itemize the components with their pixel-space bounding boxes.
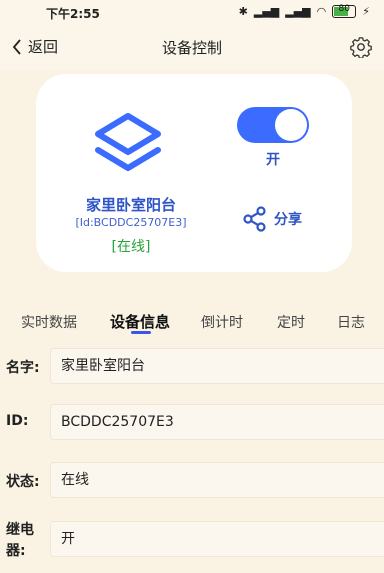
info-field-id[interactable]: BCDDC25707E3 bbox=[50, 404, 384, 440]
share-label: 分享 bbox=[274, 212, 302, 228]
battery-level: 80 bbox=[338, 4, 350, 14]
tab-realtime-data[interactable]: 实时数据 bbox=[21, 312, 77, 332]
status-time: 下午2:55 bbox=[46, 7, 100, 21]
power-toggle[interactable] bbox=[237, 107, 309, 143]
active-tab-indicator bbox=[131, 331, 151, 334]
tab-bar: 实时数据 设备信息 倒计时 定时 日志 bbox=[0, 310, 384, 338]
charging-icon: ⚡ bbox=[362, 5, 370, 18]
battery-icon: 80 bbox=[332, 4, 357, 18]
info-label-name: 名字: bbox=[6, 360, 40, 376]
tab-countdown[interactable]: 倒计时 bbox=[201, 312, 243, 332]
tab-log[interactable]: 日志 bbox=[337, 312, 365, 332]
tab-device-info[interactable]: 设备信息 bbox=[110, 311, 170, 332]
wifi-icon: ◠ bbox=[316, 5, 327, 18]
gear-icon[interactable] bbox=[350, 36, 372, 58]
layers-icon bbox=[95, 113, 161, 171]
device-id: [Id:BCDDC25707E3] bbox=[75, 216, 187, 229]
bluetooth-icon: ✱ bbox=[238, 5, 248, 18]
nav-bar: 返回 设备控制 bbox=[0, 24, 384, 70]
info-label-status: 状态: bbox=[6, 474, 40, 490]
info-field-name[interactable]: 家里卧室阳台 bbox=[50, 348, 384, 384]
info-label-id: ID: bbox=[6, 413, 29, 429]
toggle-knob bbox=[275, 109, 307, 141]
share-icon bbox=[243, 206, 266, 232]
info-field-status[interactable]: 在线 bbox=[50, 462, 384, 498]
device-name: 家里卧室阳台 bbox=[85, 196, 176, 214]
info-field-relay[interactable]: 开 bbox=[50, 521, 384, 557]
toggle-label: 开 bbox=[266, 152, 280, 168]
device-status: [在线] bbox=[111, 239, 151, 255]
tab-schedule[interactable]: 定时 bbox=[277, 312, 305, 332]
signal-icon-2: ▂▄▆ bbox=[285, 5, 311, 18]
status-bar: 下午2:55 ✱ ▂▄▆ ▂▄▆ ◠ 80 ⚡ bbox=[0, 0, 384, 24]
info-label-relay: 继电器: bbox=[6, 522, 34, 559]
page-title: 设备控制 bbox=[161, 39, 222, 57]
signal-icon: ▂▄▆ bbox=[253, 5, 280, 18]
share-button[interactable]: 分享 bbox=[242, 206, 302, 232]
